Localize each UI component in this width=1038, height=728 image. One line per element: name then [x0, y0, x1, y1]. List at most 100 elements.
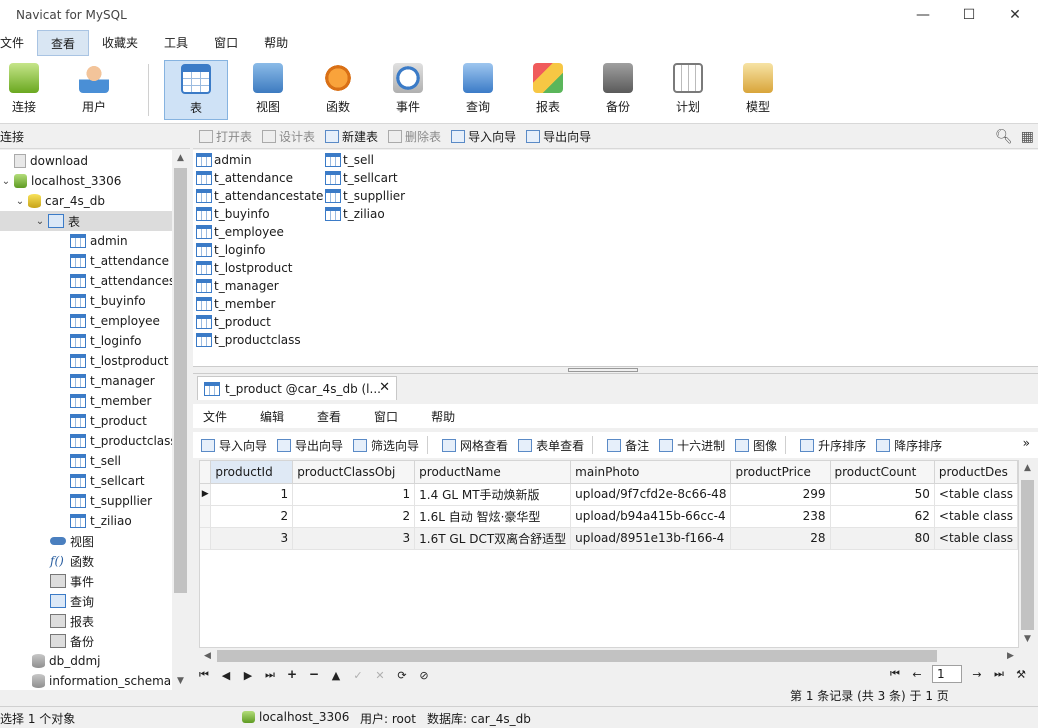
tree-item-tables-folder[interactable]: ⌄ 表	[0, 211, 172, 231]
cell-productclassobj[interactable]: 1	[292, 483, 416, 506]
function-button[interactable]: 函数	[306, 60, 370, 120]
panel-splitter[interactable]	[193, 366, 1038, 374]
prev-page-icon[interactable]: ←	[906, 668, 928, 681]
scroll-up-arrow-icon[interactable]: ▲	[172, 150, 189, 167]
scroll-up-arrow-icon[interactable]: ▲	[1019, 460, 1036, 477]
chevron-down-icon[interactable]: ⌄	[34, 216, 46, 227]
object-item[interactable]: t_buyinfo	[196, 205, 270, 223]
query-button[interactable]: 查询	[446, 60, 510, 120]
cell-productcount[interactable]: 62	[830, 505, 935, 528]
tree-item-table[interactable]: t_productclass	[70, 431, 172, 451]
cell-productcount[interactable]: 50	[830, 483, 935, 506]
prev-record-icon[interactable]: ◀	[215, 669, 237, 682]
image-button[interactable]: 图像	[735, 437, 777, 454]
tree-item-table[interactable]: t_buyinfo	[70, 291, 146, 311]
page-number-input[interactable]: 1	[932, 665, 962, 683]
object-item[interactable]: t_lostproduct	[196, 259, 293, 277]
cell-productname[interactable]: 1.4 GL MT手动焕新版	[414, 483, 572, 506]
tree-item-table[interactable]: t_employee	[70, 311, 160, 331]
doc-menu-edit[interactable]: 编辑	[250, 408, 297, 425]
tree-item-table[interactable]: t_ziliao	[70, 511, 132, 531]
report-button[interactable]: 报表	[516, 60, 580, 120]
next-page-icon[interactable]: →	[966, 668, 988, 681]
delete-record-icon[interactable]: ➖︎	[303, 668, 325, 682]
tree-item-database[interactable]: information_schema	[32, 671, 171, 690]
scroll-down-arrow-icon[interactable]: ▼	[1019, 631, 1036, 648]
connect-button[interactable]: 连接	[0, 60, 56, 120]
menu-help[interactable]: 帮助	[251, 30, 301, 56]
add-record-icon[interactable]: ➕︎	[281, 668, 303, 682]
import-wizard-button[interactable]: 导入向导	[451, 126, 516, 148]
cell-mainphoto[interactable]: upload/8951e13b-f166-4	[570, 527, 732, 550]
object-item[interactable]: t_manager	[196, 277, 279, 295]
model-button[interactable]: 模型	[726, 60, 790, 120]
object-item[interactable]: t_sellcart	[325, 169, 398, 187]
tree-item-download[interactable]: download	[14, 151, 88, 171]
table-row[interactable]: 3 3 1.6T GL DCT双离合舒适型 upload/8951e13b-f1…	[200, 527, 1018, 550]
grid-hscroll-thumb[interactable]	[217, 650, 937, 662]
close-icon[interactable]: ✕	[379, 380, 390, 395]
tree-item-connection[interactable]: ⌄ localhost_3306	[0, 171, 121, 191]
object-item[interactable]: t_suppllier	[325, 187, 405, 205]
stop-icon[interactable]: ⊘	[413, 669, 435, 682]
cell-productprice[interactable]: 238	[730, 505, 831, 528]
sort-descending-button[interactable]: 降序排序	[876, 437, 942, 454]
doc-menu-file[interactable]: 文件	[193, 408, 240, 425]
cell-productid[interactable]: 3	[210, 527, 294, 550]
form-view-button[interactable]: 表单查看	[518, 437, 584, 454]
sort-ascending-button[interactable]: 升序排序	[800, 437, 866, 454]
grid-view-button[interactable]: 网格查看	[442, 437, 508, 454]
tree-item-table[interactable]: t_suppllier	[70, 491, 152, 511]
object-item[interactable]: t_loginfo	[196, 241, 266, 259]
user-button[interactable]: 用户	[62, 60, 126, 120]
tree-item-database[interactable]: db_ddmj	[32, 651, 101, 671]
doc-menu-window[interactable]: 窗口	[364, 408, 411, 425]
memo-button[interactable]: 备注	[607, 437, 649, 454]
cell-productclassobj[interactable]: 3	[292, 527, 416, 550]
menu-window[interactable]: 窗口	[201, 30, 251, 56]
doc-menu-help[interactable]: 帮助	[421, 408, 468, 425]
tree-item-table[interactable]: t_attendance	[70, 251, 169, 271]
tree-item-table[interactable]: t_attendancestate	[70, 271, 172, 291]
doc-menu-view[interactable]: 查看	[307, 408, 354, 425]
move-up-icon[interactable]: ▲	[325, 669, 347, 682]
tree-item-table[interactable]: t_manager	[70, 371, 155, 391]
table-row[interactable]: 2 2 1.6L 自动 智炫·豪华型 upload/b94a415b-66cc-…	[200, 505, 1018, 528]
tab-t-product[interactable]: t_product @car_4s_db (l... ✕	[197, 376, 397, 400]
menu-favorites[interactable]: 收藏夹	[89, 30, 151, 56]
view-button[interactable]: 视图	[236, 60, 300, 120]
export-wizard-button[interactable]: 导出向导	[526, 126, 591, 148]
tree-scrollbar-thumb[interactable]	[174, 168, 187, 593]
tree-item-table[interactable]: t_product	[70, 411, 147, 431]
column-header-productdes[interactable]: productDes	[934, 461, 1018, 484]
maximize-button[interactable]: ☐	[946, 0, 992, 30]
design-table-button[interactable]: 设计表	[262, 126, 315, 148]
column-header-productprice[interactable]: productPrice	[730, 461, 831, 484]
column-header-productname[interactable]: productName	[414, 461, 572, 484]
tree-item-table[interactable]: t_sellcart	[70, 471, 145, 491]
cell-productclassobj[interactable]: 2	[292, 505, 416, 528]
splitter-grip[interactable]	[568, 368, 638, 372]
cell-productcount[interactable]: 80	[830, 527, 935, 550]
scroll-right-arrow-icon[interactable]: ▶	[1002, 648, 1019, 664]
tree-item-table[interactable]: admin	[70, 231, 128, 251]
minimize-button[interactable]: —	[900, 0, 946, 30]
column-header-mainphoto[interactable]: mainPhoto	[570, 461, 732, 484]
first-page-icon[interactable]: ⏮︎	[884, 667, 906, 681]
object-item[interactable]: admin	[196, 151, 252, 169]
event-button[interactable]: 事件	[376, 60, 440, 120]
apply-changes-icon[interactable]: ✓	[347, 669, 369, 682]
object-item[interactable]: t_attendance	[196, 169, 293, 187]
tree-item-table[interactable]: t_member	[70, 391, 151, 411]
grid-horizontal-scrollbar[interactable]: ◀ ▶	[199, 648, 1019, 664]
tree-item-functions[interactable]: f() 函数	[50, 551, 94, 571]
cell-productname[interactable]: 1.6T GL DCT双离合舒适型	[414, 527, 572, 550]
first-record-icon[interactable]: ⏮︎	[193, 668, 215, 682]
filter-wizard-button[interactable]: 筛选向导	[353, 437, 419, 454]
toolbar-overflow-icon[interactable]: »	[1023, 436, 1030, 450]
cell-productdes[interactable]: <table class	[934, 483, 1018, 506]
object-item[interactable]: t_member	[196, 295, 275, 313]
tree-item-backups[interactable]: 备份	[50, 631, 94, 651]
cell-mainphoto[interactable]: upload/9f7cfd2e-8c66-48	[570, 483, 732, 506]
cell-productid[interactable]: 1	[210, 483, 294, 506]
